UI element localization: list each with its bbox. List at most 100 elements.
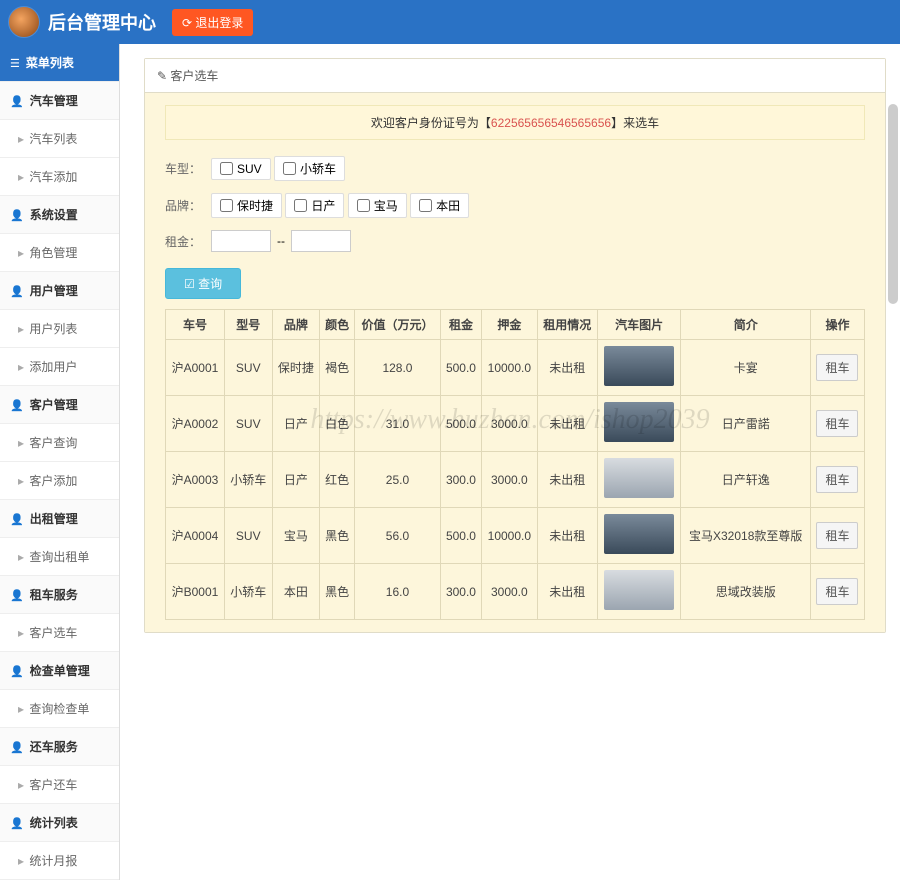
nav-sub-item[interactable]: 客户查询	[0, 424, 119, 462]
col-header: 操作	[810, 310, 864, 340]
nav-header[interactable]: 检查单管理	[0, 652, 119, 690]
brand-option[interactable]: 本田	[410, 193, 469, 218]
cell: 日产	[272, 452, 320, 508]
rent-button[interactable]: 租车	[816, 354, 858, 381]
cell-image	[597, 508, 681, 564]
nav-header[interactable]: 菜单列表	[0, 44, 119, 82]
cell-op: 租车	[810, 396, 864, 452]
col-header: 汽车图片	[597, 310, 681, 340]
cell: 3000.0	[482, 564, 537, 620]
rent-max-input[interactable]	[291, 230, 351, 252]
nav-header[interactable]: 统计列表	[0, 804, 119, 842]
cell-desc: 日产雷諾	[681, 396, 810, 452]
rent-button[interactable]: 租车	[816, 522, 858, 549]
cell: 3000.0	[482, 452, 537, 508]
cell: 日产	[272, 396, 320, 452]
cell: 白色	[320, 396, 355, 452]
scrollbar[interactable]	[888, 104, 898, 304]
car-image	[604, 402, 674, 442]
rent-min-input[interactable]	[211, 230, 271, 252]
rent-button[interactable]: 租车	[816, 578, 858, 605]
table-row: 沪A0002SUV日产白色31.0500.03000.0未出租日产雷諾租车	[166, 396, 865, 452]
query-button[interactable]: 查询	[165, 268, 241, 299]
nav-header[interactable]: 用户管理	[0, 272, 119, 310]
brand-label: 本田	[436, 197, 460, 214]
cell: 300.0	[440, 564, 481, 620]
app-title: 后台管理中心	[48, 9, 156, 35]
col-header: 押金	[482, 310, 537, 340]
type-option[interactable]: 小轿车	[274, 156, 345, 181]
nav-header[interactable]: 客户管理	[0, 386, 119, 424]
brand-checkbox[interactable]	[419, 199, 432, 212]
filter-type-row: 车型： SUV 小轿车	[165, 156, 865, 181]
cell: 沪A0002	[166, 396, 225, 452]
cell: 小轿车	[224, 452, 272, 508]
nav-sub-item[interactable]: 客户选车	[0, 614, 119, 652]
brand-label: 宝马	[374, 197, 398, 214]
cell: 小轿车	[224, 564, 272, 620]
brand-option[interactable]: 保时捷	[211, 193, 282, 218]
cell: 500.0	[440, 396, 481, 452]
nav-sub-item[interactable]: 汽车添加	[0, 158, 119, 196]
nav-sub-item[interactable]: 汽车列表	[0, 120, 119, 158]
cell: 沪B0001	[166, 564, 225, 620]
nav-sub-item[interactable]: 客户还车	[0, 766, 119, 804]
cell: 56.0	[355, 508, 441, 564]
cell-desc: 思域改装版	[681, 564, 810, 620]
nav-sub-item[interactable]: 查询出租单	[0, 538, 119, 576]
col-header: 价值（万元）	[355, 310, 441, 340]
cell: 未出租	[537, 564, 597, 620]
nav-sub-item[interactable]: 角色管理	[0, 234, 119, 272]
cell-desc: 卡宴	[681, 340, 810, 396]
col-header: 租金	[440, 310, 481, 340]
type-checkbox[interactable]	[220, 162, 233, 175]
brand-checkbox[interactable]	[294, 199, 307, 212]
rent-button[interactable]: 租车	[816, 410, 858, 437]
cell: 3000.0	[482, 396, 537, 452]
brand-option[interactable]: 日产	[285, 193, 344, 218]
cell: 25.0	[355, 452, 441, 508]
brand-checkbox[interactable]	[220, 199, 233, 212]
brand-label: 日产	[311, 197, 335, 214]
cell: 褐色	[320, 340, 355, 396]
nav-header[interactable]: 还车服务	[0, 728, 119, 766]
nav-header[interactable]: 汽车管理	[0, 82, 119, 120]
nav-sub-item[interactable]: 统计月报	[0, 842, 119, 880]
customer-id: 622565656546565656	[491, 116, 611, 130]
nav-sub-item[interactable]: 添加用户	[0, 348, 119, 386]
cell-image	[597, 564, 681, 620]
welcome-banner: 欢迎客户身份证号为【622565656546565656】来选车	[165, 105, 865, 140]
nav-header[interactable]: 出租管理	[0, 500, 119, 538]
type-checkbox[interactable]	[283, 162, 296, 175]
cell: 10000.0	[482, 508, 537, 564]
nav-sub-item[interactable]: 查询检查单	[0, 690, 119, 728]
car-image	[604, 458, 674, 498]
cell-op: 租车	[810, 508, 864, 564]
cell-op: 租车	[810, 452, 864, 508]
brand-checkbox[interactable]	[357, 199, 370, 212]
cell: SUV	[224, 396, 272, 452]
nav-header[interactable]: 系统设置	[0, 196, 119, 234]
welcome-pre: 欢迎客户身份证号为【	[371, 116, 491, 130]
rent-button[interactable]: 租车	[816, 466, 858, 493]
table-row: 沪A0003小轿车日产红色25.0300.03000.0未出租日产轩逸租车	[166, 452, 865, 508]
rent-sep: --	[277, 234, 285, 248]
filter-brand-row: 品牌： 保时捷 日产 宝马 本田	[165, 193, 865, 218]
nav-header[interactable]: 租车服务	[0, 576, 119, 614]
cell: 沪A0001	[166, 340, 225, 396]
type-label: 小轿车	[300, 160, 336, 177]
panel-title: 客户选车	[145, 59, 885, 93]
main-content: https://www.huzhan.com/ishop2039 客户选车 欢迎…	[120, 44, 900, 880]
cell: SUV	[224, 340, 272, 396]
cell: 沪A0003	[166, 452, 225, 508]
nav-sub-item[interactable]: 用户列表	[0, 310, 119, 348]
col-header: 颜色	[320, 310, 355, 340]
cell: 未出租	[537, 340, 597, 396]
logout-button[interactable]: 退出登录	[172, 9, 253, 36]
brand-option[interactable]: 宝马	[348, 193, 407, 218]
cell: SUV	[224, 508, 272, 564]
type-option[interactable]: SUV	[211, 158, 271, 180]
cell: 未出租	[537, 508, 597, 564]
welcome-post: 】来选车	[611, 116, 659, 130]
nav-sub-item[interactable]: 客户添加	[0, 462, 119, 500]
